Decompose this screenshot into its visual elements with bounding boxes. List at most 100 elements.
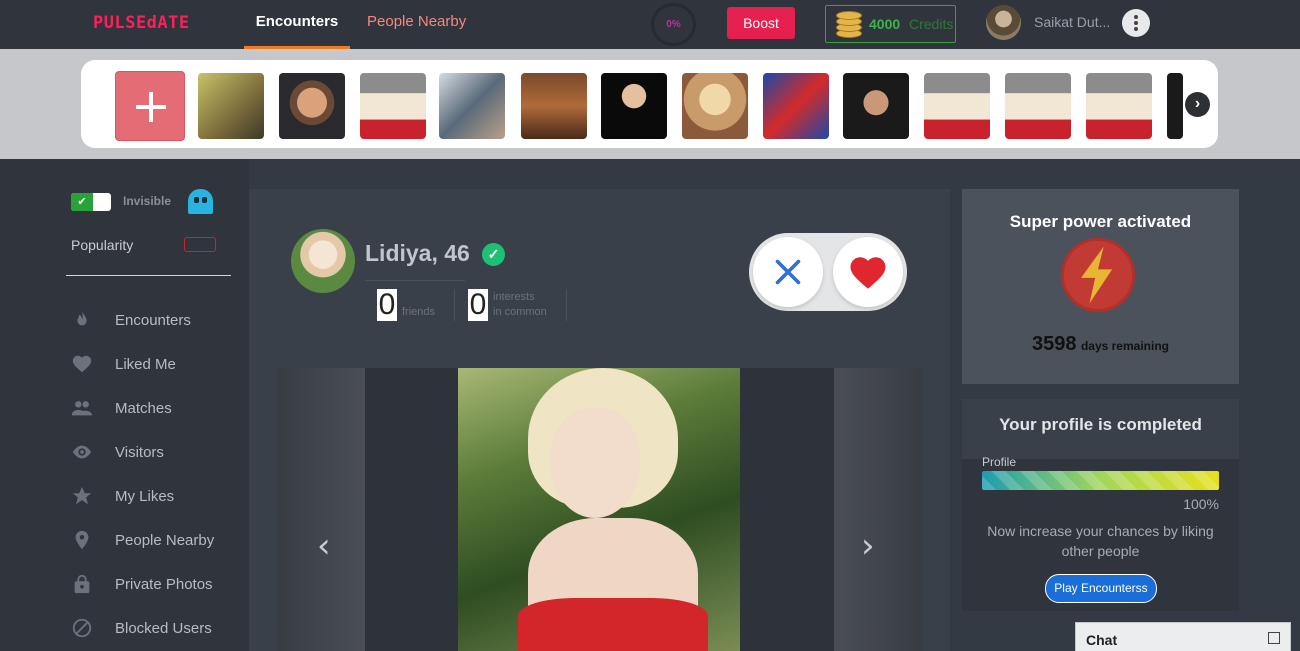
days-count: 3598 [1032, 333, 1077, 355]
location-pin-icon [75, 530, 89, 550]
sidebar-item-liked-me[interactable]: Liked Me [71, 349, 241, 379]
stat-divider [566, 289, 567, 321]
verified-check-icon: ✓ [482, 243, 505, 266]
popularity-label: Popularity [71, 237, 134, 253]
chat-bar[interactable]: Chat [1075, 622, 1291, 651]
strip-thumbnail[interactable] [439, 73, 505, 139]
sidebar-item-my-likes[interactable]: My Likes [71, 481, 241, 511]
previous-photo-arrow-icon[interactable]: ‹ [317, 526, 331, 566]
photo-right-panel [834, 368, 922, 651]
profile-photo[interactable] [458, 368, 740, 651]
strip-thumbnail[interactable] [1005, 73, 1071, 139]
left-sidebar: ✔ Invisible Popularity Encounters Liked … [0, 159, 249, 651]
sidebar-item-people-nearby[interactable]: People Nearby [71, 525, 241, 555]
chat-label: Chat [1086, 632, 1118, 648]
sidebar-item-matches[interactable]: Matches [71, 393, 241, 423]
like-button[interactable] [833, 237, 903, 307]
add-photo-button[interactable] [115, 71, 185, 141]
dot [1134, 15, 1138, 19]
strip-thumbnail[interactable] [1167, 73, 1183, 139]
user-name[interactable]: Saikat Dut... [1034, 14, 1110, 30]
block-icon [72, 618, 92, 638]
dot [1134, 21, 1138, 25]
heart-icon [72, 355, 92, 373]
profile-progress-bar [982, 471, 1219, 490]
strip-thumbnail[interactable] [601, 73, 667, 139]
sidebar-item-label: People Nearby [115, 532, 215, 549]
sidebar-item-private-photos[interactable]: Private Photos [71, 569, 241, 599]
days-label: days remaining [1080, 339, 1169, 353]
profile-completion-title: Your profile is completed [962, 399, 1239, 459]
super-power-title: Super power activated [1009, 212, 1192, 231]
vote-controls [749, 233, 907, 311]
credits-label: Credits [909, 16, 954, 32]
strip-next-arrow-icon[interactable]: › [1185, 92, 1210, 117]
profile-bar-label: Profile [982, 455, 1017, 469]
strip-thumbnail[interactable] [682, 73, 748, 139]
in-common-label: in common [493, 306, 547, 318]
credits-amount: 4000 [869, 16, 901, 32]
credits-button[interactable]: 4000 Credits [825, 5, 956, 43]
top-header: PULSEdATE Encounters People Nearby 0% Bo… [0, 0, 1300, 49]
friends-count: 0 [377, 288, 397, 321]
sidebar-item-encounters[interactable]: Encounters [71, 305, 241, 335]
play-encounters-button[interactable]: Play Encounterss [1045, 574, 1157, 603]
next-photo-arrow-icon[interactable]: › [861, 526, 875, 566]
strip-thumbnail[interactable] [924, 73, 990, 139]
ghost-icon [188, 189, 213, 214]
dot [1134, 27, 1138, 31]
profile-completion-panel: Your profile is completed Profile 100% N… [962, 399, 1239, 611]
close-icon [775, 259, 801, 285]
dislike-button[interactable] [753, 237, 823, 307]
profile-photo-viewer: ‹ › [277, 368, 922, 651]
invisible-label: Invisible [123, 194, 172, 208]
days-remaining: 3598 days remaining [962, 333, 1239, 356]
name-divider [365, 280, 465, 281]
lightning-icon [1061, 238, 1135, 312]
profile-name[interactable]: Lidiya, 46 [365, 240, 470, 267]
heart-icon [850, 257, 886, 289]
sidebar-item-label: My Likes [115, 488, 175, 505]
sidebar-item-label: Blocked Users [115, 620, 212, 637]
flame-icon [77, 310, 87, 326]
sidebar-divider [66, 275, 231, 276]
interests-count: 0 [468, 288, 488, 321]
strip-thumbnail[interactable] [279, 73, 345, 139]
check-icon: ✔ [71, 193, 93, 211]
boost-button[interactable]: Boost [727, 7, 795, 39]
photo-strip: › [81, 60, 1218, 148]
tab-people-nearby[interactable]: People Nearby [367, 0, 466, 49]
strip-thumbnail[interactable] [1086, 73, 1152, 139]
sidebar-item-label: Matches [115, 400, 172, 417]
lock-icon [74, 574, 90, 594]
sidebar-item-blocked-users[interactable]: Blocked Users [71, 613, 241, 643]
strip-thumbnail[interactable] [763, 73, 829, 139]
popout-icon[interactable] [1268, 632, 1280, 644]
profile-avatar[interactable] [291, 229, 355, 293]
app-logo[interactable]: PULSEdATE [93, 13, 190, 33]
coins-icon [836, 10, 862, 38]
sidebar-item-label: Liked Me [115, 356, 176, 373]
strip-thumbnail[interactable] [843, 73, 909, 139]
super-power-panel: Super power activated 3598 days remainin… [962, 189, 1239, 384]
star-icon [72, 486, 92, 505]
sidebar-item-label: Encounters [115, 312, 191, 329]
friends-label: friends [402, 306, 436, 318]
people-icon [71, 401, 93, 416]
stat-divider [454, 289, 455, 321]
strip-thumbnail[interactable] [360, 73, 426, 139]
popularity-meter [184, 237, 216, 252]
tab-encounters[interactable]: Encounters [244, 0, 350, 49]
invisible-toggle[interactable]: ✔ [71, 193, 111, 211]
user-avatar[interactable] [986, 5, 1021, 40]
more-options-button[interactable] [1122, 9, 1150, 37]
profile-percent: 100% [1183, 496, 1219, 512]
sidebar-item-visitors[interactable]: Visitors [71, 437, 241, 467]
profile-message: Now increase your chances by liking othe… [987, 523, 1214, 559]
eye-icon [72, 445, 92, 459]
strip-thumbnail[interactable] [521, 73, 587, 139]
interests-label: interests [493, 291, 535, 303]
strip-thumbnail[interactable] [198, 73, 264, 139]
profile-progress-indicator: 0% [651, 3, 696, 46]
photo-left-panel [277, 368, 365, 651]
